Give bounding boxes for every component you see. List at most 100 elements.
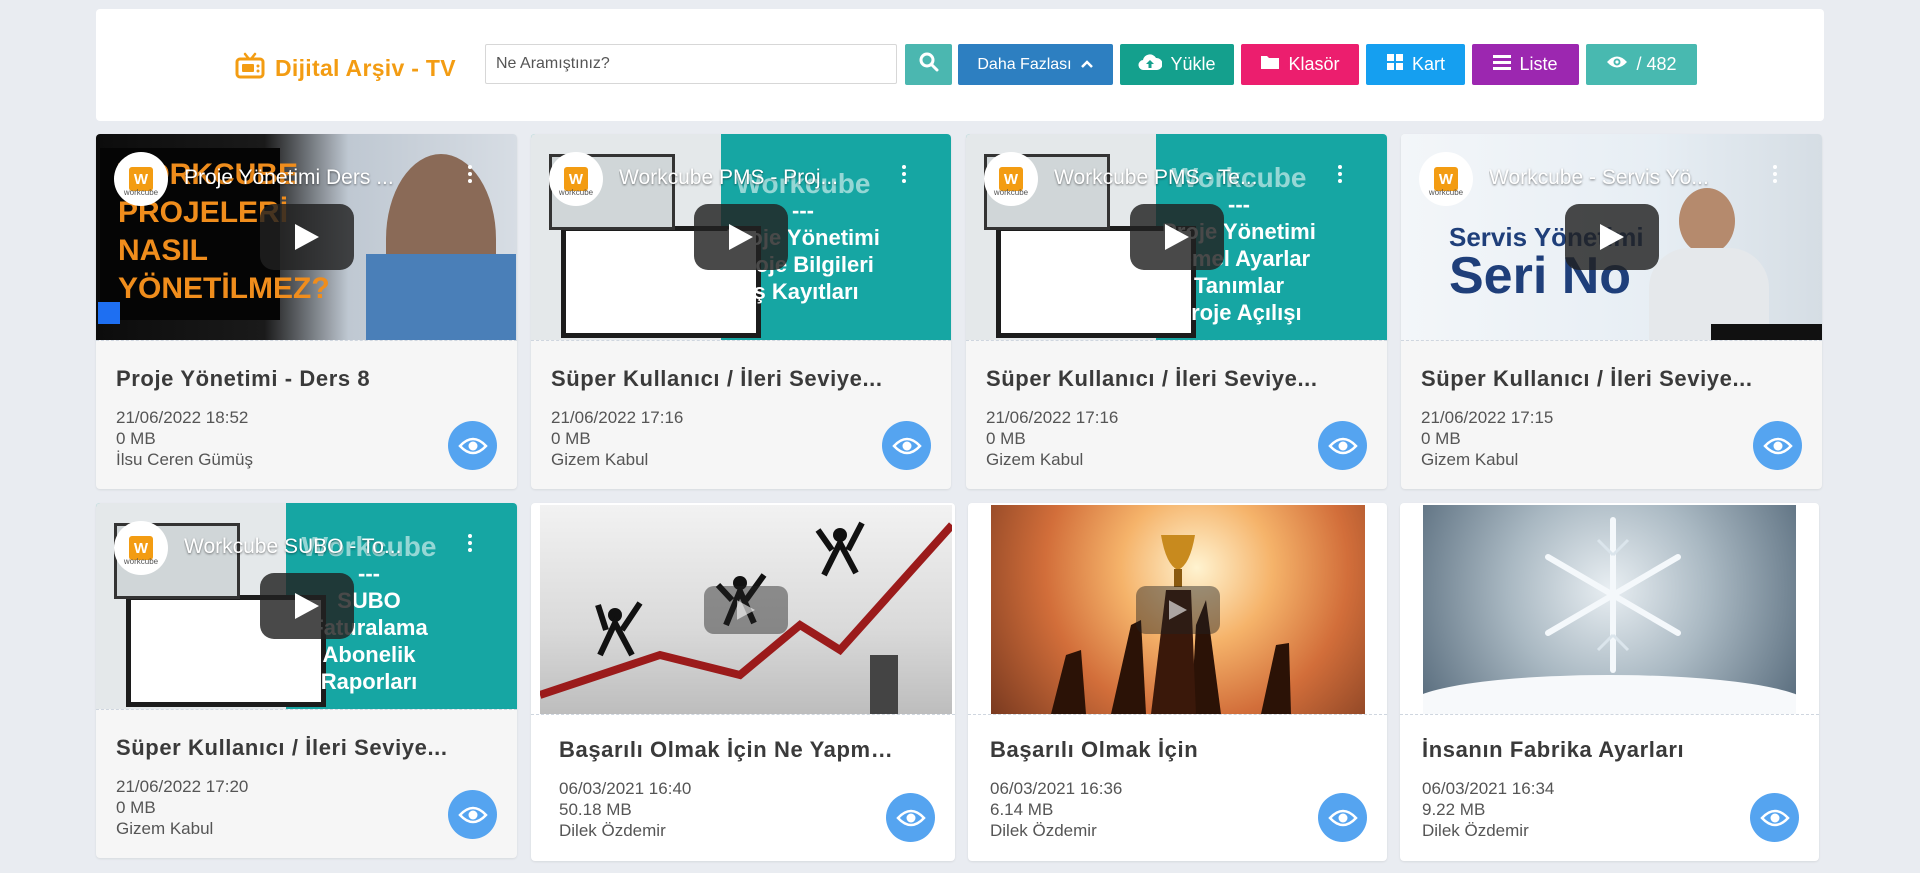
video-thumbnail[interactable]: WORKCUBE PROJELERİ NASIL YÖNETİLMEZ? Wwo… xyxy=(96,134,517,340)
view-button[interactable] xyxy=(448,421,497,470)
video-title[interactable]: Workcube SUBO - To... xyxy=(184,535,401,559)
more-label: Daha Fazlası xyxy=(977,55,1072,73)
card-date: 06/03/2021 16:34 xyxy=(1422,779,1555,798)
card-title[interactable]: Süper Kullanıcı / İleri Seviye... xyxy=(551,366,891,392)
eye-icon xyxy=(457,437,488,454)
play-button[interactable] xyxy=(704,585,788,634)
more-options-icon[interactable] xyxy=(1773,164,1777,184)
video-thumbnail[interactable] xyxy=(991,505,1365,714)
view-button[interactable] xyxy=(886,793,935,842)
channel-logo[interactable]: Wworkcube xyxy=(114,152,168,206)
video-title[interactable]: Workcube PMS - Proj... xyxy=(619,166,838,190)
play-button[interactable] xyxy=(1564,204,1659,270)
divider xyxy=(96,709,517,710)
views-count: / 482 xyxy=(1636,54,1677,74)
card-title[interactable]: Başarılı Olmak İçin Ne Yapmalı? xyxy=(559,737,899,763)
card-size: 0 MB xyxy=(116,798,156,817)
more-options-icon[interactable] xyxy=(468,533,472,553)
divider xyxy=(968,714,1387,715)
channel-logo[interactable]: Wworkcube xyxy=(984,152,1038,206)
video-card[interactable]: İnsanın Fabrika Ayarları 06/03/2021 16:3… xyxy=(1400,503,1819,861)
card-size: 0 MB xyxy=(986,429,1026,448)
card-size: 9.22 MB xyxy=(1422,800,1486,819)
card-author: Dilek Özdemir xyxy=(559,821,666,840)
video-title[interactable]: Proje Yönetimi Ders ... xyxy=(184,166,394,190)
video-thumbnail[interactable]: Workcube --- Proje Yönetimi Proje Bilgil… xyxy=(531,134,951,340)
view-button[interactable] xyxy=(1753,421,1802,470)
brand[interactable]: Dijital Arşiv - TV xyxy=(235,51,456,86)
divider xyxy=(531,714,955,715)
video-thumbnail[interactable]: Workcube --- Proje Yönetimi Temel Ayarla… xyxy=(966,134,1387,340)
view-button[interactable] xyxy=(448,790,497,839)
eye-icon xyxy=(1327,809,1358,826)
view-button[interactable] xyxy=(1750,793,1799,842)
divider xyxy=(531,340,951,341)
divider xyxy=(1400,714,1819,715)
eye-icon xyxy=(1327,437,1358,454)
thumb-text-line: Abonelik xyxy=(322,642,416,667)
video-card[interactable]: Servis Yönetimi Seri No Wworkcube Workcu… xyxy=(1401,134,1822,489)
play-button[interactable] xyxy=(259,204,354,270)
channel-logo[interactable]: Wworkcube xyxy=(1419,152,1473,206)
card-title[interactable]: Proje Yönetimi - Ders 8 xyxy=(116,366,456,392)
card-title[interactable]: Süper Kullanıcı / İleri Seviye... xyxy=(1421,366,1761,392)
video-thumbnail[interactable] xyxy=(1423,505,1796,714)
search-icon xyxy=(919,52,939,77)
play-icon xyxy=(1599,224,1624,250)
card-author: Gizem Kabul xyxy=(551,450,649,469)
video-card[interactable]: WORKCUBE PROJELERİ NASIL YÖNETİLMEZ? Wwo… xyxy=(96,134,517,489)
card-date: 21/06/2022 17:20 xyxy=(116,777,249,796)
video-title[interactable]: Workcube PMS - Te... xyxy=(1054,166,1257,190)
eye-icon xyxy=(1759,809,1790,826)
more-options-icon[interactable] xyxy=(902,164,906,184)
thumb-text-line: Proje Açılışı xyxy=(1176,300,1302,325)
more-button[interactable]: Daha Fazlası xyxy=(958,44,1113,85)
search-input[interactable] xyxy=(485,44,897,84)
more-options-icon[interactable] xyxy=(1338,164,1342,184)
view-button[interactable] xyxy=(1318,421,1367,470)
play-button[interactable] xyxy=(1136,585,1220,634)
more-options-icon[interactable] xyxy=(468,164,472,184)
video-card[interactable]: Workcube --- Proje Yönetimi Proje Bilgil… xyxy=(531,134,951,489)
play-icon xyxy=(1164,224,1189,250)
channel-logo[interactable]: Wworkcube xyxy=(549,152,603,206)
card-title[interactable]: İnsanın Fabrika Ayarları xyxy=(1422,737,1762,763)
video-card[interactable]: Başarılı Olmak İçin Ne Yapmalı? 06/03/20… xyxy=(531,503,955,861)
video-title[interactable]: Workcube - Servis Yö... xyxy=(1489,166,1709,190)
search-button[interactable] xyxy=(905,44,952,85)
play-icon xyxy=(737,599,755,620)
thumb-text-line: Raporları xyxy=(320,669,418,694)
folder-button[interactable]: Klasör xyxy=(1241,44,1359,85)
list-view-label: Liste xyxy=(1519,54,1558,74)
thumb-text-line: İş Kayıtları xyxy=(747,279,859,304)
card-date: 21/06/2022 17:15 xyxy=(1421,408,1554,427)
list-icon xyxy=(1493,54,1512,75)
card-title[interactable]: Süper Kullanıcı / İleri Seviye... xyxy=(986,366,1326,392)
card-view-button[interactable]: Kart xyxy=(1366,44,1465,85)
play-icon xyxy=(1169,599,1187,620)
views-button[interactable]: / 482 xyxy=(1586,44,1697,85)
card-author: Gizem Kabul xyxy=(1421,450,1519,469)
card-author: Dilek Özdemir xyxy=(1422,821,1529,840)
card-size: 6.14 MB xyxy=(990,800,1054,819)
view-button[interactable] xyxy=(882,421,931,470)
channel-logo[interactable]: Wworkcube xyxy=(114,521,168,575)
play-button[interactable] xyxy=(1129,204,1224,270)
video-card[interactable]: Workcube --- SUBO Faturalama Abonelik Ra… xyxy=(96,503,517,858)
video-thumbnail[interactable]: Servis Yönetimi Seri No Wworkcube Workcu… xyxy=(1401,134,1822,340)
play-button[interactable] xyxy=(694,204,788,270)
video-thumbnail[interactable] xyxy=(540,505,952,714)
list-view-button[interactable]: Liste xyxy=(1472,44,1579,85)
video-card[interactable]: Workcube --- Proje Yönetimi Temel Ayarla… xyxy=(966,134,1387,489)
card-size: 50.18 MB xyxy=(559,800,632,819)
card-title[interactable]: Başarılı Olmak İçin xyxy=(990,737,1330,763)
eye-icon xyxy=(1762,437,1793,454)
video-card[interactable]: Başarılı Olmak İçin 06/03/2021 16:36 6.1… xyxy=(968,503,1387,861)
video-thumbnail[interactable]: Workcube --- SUBO Faturalama Abonelik Ra… xyxy=(96,503,517,709)
play-icon xyxy=(294,593,319,619)
view-button[interactable] xyxy=(1318,793,1367,842)
play-button[interactable] xyxy=(259,573,354,639)
upload-button[interactable]: Yükle xyxy=(1120,44,1234,85)
card-title[interactable]: Süper Kullanıcı / İleri Seviye... xyxy=(116,735,456,761)
card-date: 06/03/2021 16:40 xyxy=(559,779,692,798)
